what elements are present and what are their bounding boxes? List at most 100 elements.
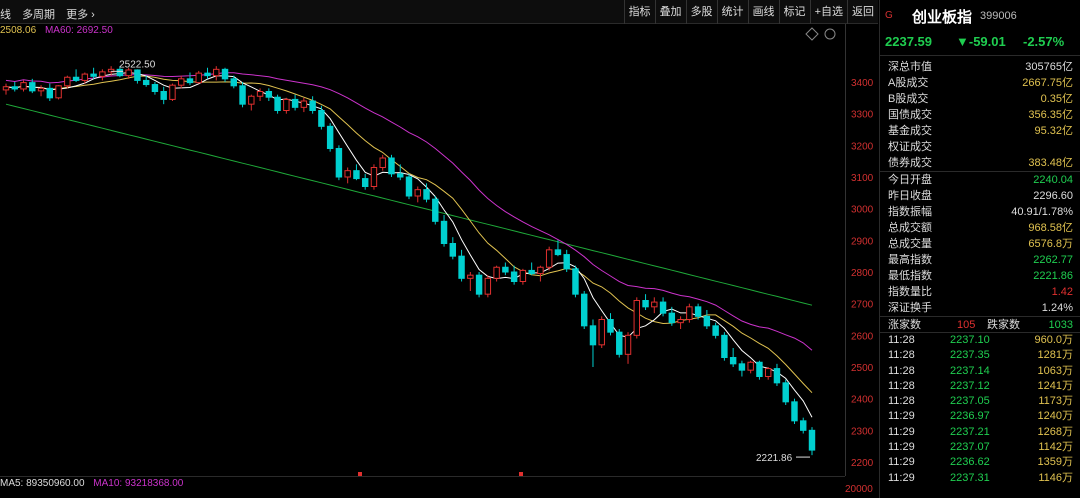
candle-body [90, 73, 97, 77]
tick-row: 11:29 2237.31 1146万 [880, 471, 1080, 486]
market-marker: G [885, 10, 893, 21]
candle-body [274, 96, 281, 111]
candle-body [318, 110, 325, 127]
stat-row: 最高指数 2262.77 [880, 252, 1080, 268]
stat-row: 总成交额 968.58亿 [880, 220, 1080, 236]
candle-body [169, 84, 176, 100]
kline-chart[interactable]: 3400 3300 3200 3100 3000 2900 2800 2700 2600 2500… [0, 24, 878, 498]
ma-current-value: 2508.06 [0, 25, 37, 36]
candle-body [502, 266, 509, 273]
draw-line-button[interactable]: 画线 [747, 0, 779, 24]
tick-price: 2237.21 [950, 425, 990, 438]
candle-body [291, 98, 299, 108]
tick-time: 11:28 [888, 334, 915, 346]
indicator-button[interactable]: 指标 [623, 0, 655, 24]
y-tick-label: 3100 [851, 173, 874, 184]
candle-body [510, 271, 518, 282]
candle-body [677, 319, 684, 324]
stat-value: 305765亿 [1025, 61, 1073, 73]
candle-body [178, 78, 185, 86]
y-tick-label: 2400 [851, 395, 874, 406]
candle-body [414, 189, 421, 197]
y-tick-label: 2200 [851, 458, 874, 469]
candle-body [537, 266, 544, 275]
y-tick-label: 2900 [851, 236, 874, 247]
candle-body [353, 170, 360, 180]
stat-value: 95.32亿 [1034, 125, 1073, 137]
down-count: 1033 [1048, 319, 1073, 331]
candle-body [300, 100, 308, 108]
overlay-button[interactable]: 叠加 [654, 0, 686, 24]
candle-body [160, 91, 167, 100]
y-tick-label: 3200 [851, 141, 874, 152]
tick-volume: 1063万 [1037, 364, 1073, 377]
tick-row: 11:28 2237.35 1281万 [880, 348, 1080, 363]
kline-svg[interactable]: 3400 3300 3200 3100 3000 2900 2800 2700 2600 2500… [0, 24, 878, 476]
high-label: 2522.50 [119, 59, 156, 70]
down-count-label: 跌家数 [987, 319, 1020, 331]
tick-price: 2237.07 [950, 441, 990, 454]
toolbar-item-line[interactable]: 线 [0, 9, 11, 21]
candle-body [651, 301, 658, 308]
candle-body [659, 301, 667, 314]
index-name[interactable]: 创业板指 [912, 6, 972, 27]
ma-legend: 2508.06 MA60: 2692.50 [0, 25, 113, 36]
stat-value: 968.58亿 [1028, 222, 1073, 234]
stat-row: 国债成交 356.35亿 [880, 107, 1080, 123]
y-tick-label: 3400 [851, 78, 874, 89]
tick-volume: 1241万 [1037, 379, 1073, 392]
candle-body [598, 319, 605, 346]
candle-body [545, 249, 553, 268]
ma10-line [5, 75, 813, 394]
stat-label: 指数量比 [888, 286, 932, 298]
candle-body [186, 78, 194, 84]
candle-body [458, 255, 465, 279]
statistics-button[interactable]: 统计 [716, 0, 748, 24]
tick-price: 2237.14 [950, 364, 990, 377]
candle-body [361, 178, 369, 187]
tick-volume: 1240万 [1037, 410, 1073, 423]
candle-body [72, 76, 80, 81]
tick-time: 11:29 [888, 441, 915, 454]
ma5-line [5, 72, 813, 418]
mark-button[interactable]: 标记 [778, 0, 810, 24]
stat-label: 总成交额 [888, 222, 932, 234]
candle-body [791, 401, 798, 422]
candle-body [467, 274, 474, 279]
stat-row: 权证成交 [880, 139, 1080, 155]
tick-volume: 1142万 [1038, 441, 1073, 454]
tick-time: 11:28 [888, 364, 915, 377]
candle-body [134, 69, 141, 81]
candle-body [607, 319, 614, 333]
tick-time: 11:29 [888, 410, 915, 423]
toolbar-item-multi-period[interactable]: 多周期 [22, 9, 55, 21]
multi-stock-button[interactable]: 多股 [685, 0, 717, 24]
add-watchlist-button[interactable]: +自选 [809, 0, 847, 24]
tick-volume: 1146万 [1038, 471, 1073, 484]
settings-diamond-icon [805, 27, 819, 41]
back-button[interactable]: 返回 [847, 0, 878, 24]
candle-body [230, 78, 237, 87]
candle-body [703, 315, 711, 327]
stat-row: B股成交 0.35亿 [880, 91, 1080, 107]
stat-row: A股成交 2667.75亿 [880, 75, 1080, 91]
index-code: 399006 [980, 10, 1017, 22]
tick-volume: 1359万 [1037, 456, 1073, 469]
candle-body [151, 84, 159, 92]
candle-body [326, 125, 334, 150]
vol-ma10: MA10: 93218368.00 [93, 478, 184, 489]
tick-volume: 960.0万 [1034, 334, 1073, 346]
candle-body [265, 91, 273, 98]
stat-value: 2296.60 [1033, 190, 1073, 202]
tick-row: 11:28 2237.05 1173万 [880, 394, 1080, 409]
tick-row: 11:29 2236.97 1240万 [880, 409, 1080, 424]
candle-body [782, 382, 789, 403]
ma60-line [5, 103, 813, 306]
tick-list[interactable]: 11:28 2237.10 960.0万 11:28 2237.35 1281万 11:28… [880, 333, 1080, 486]
settings-circle-icon [824, 28, 836, 40]
candle-body [204, 72, 211, 77]
toolbar-item-more[interactable]: 更多 › [66, 9, 95, 21]
up-count-label: 涨家数 [888, 319, 921, 331]
tick-row: 11:28 2237.10 960.0万 [880, 333, 1080, 348]
candle-body [125, 69, 132, 77]
